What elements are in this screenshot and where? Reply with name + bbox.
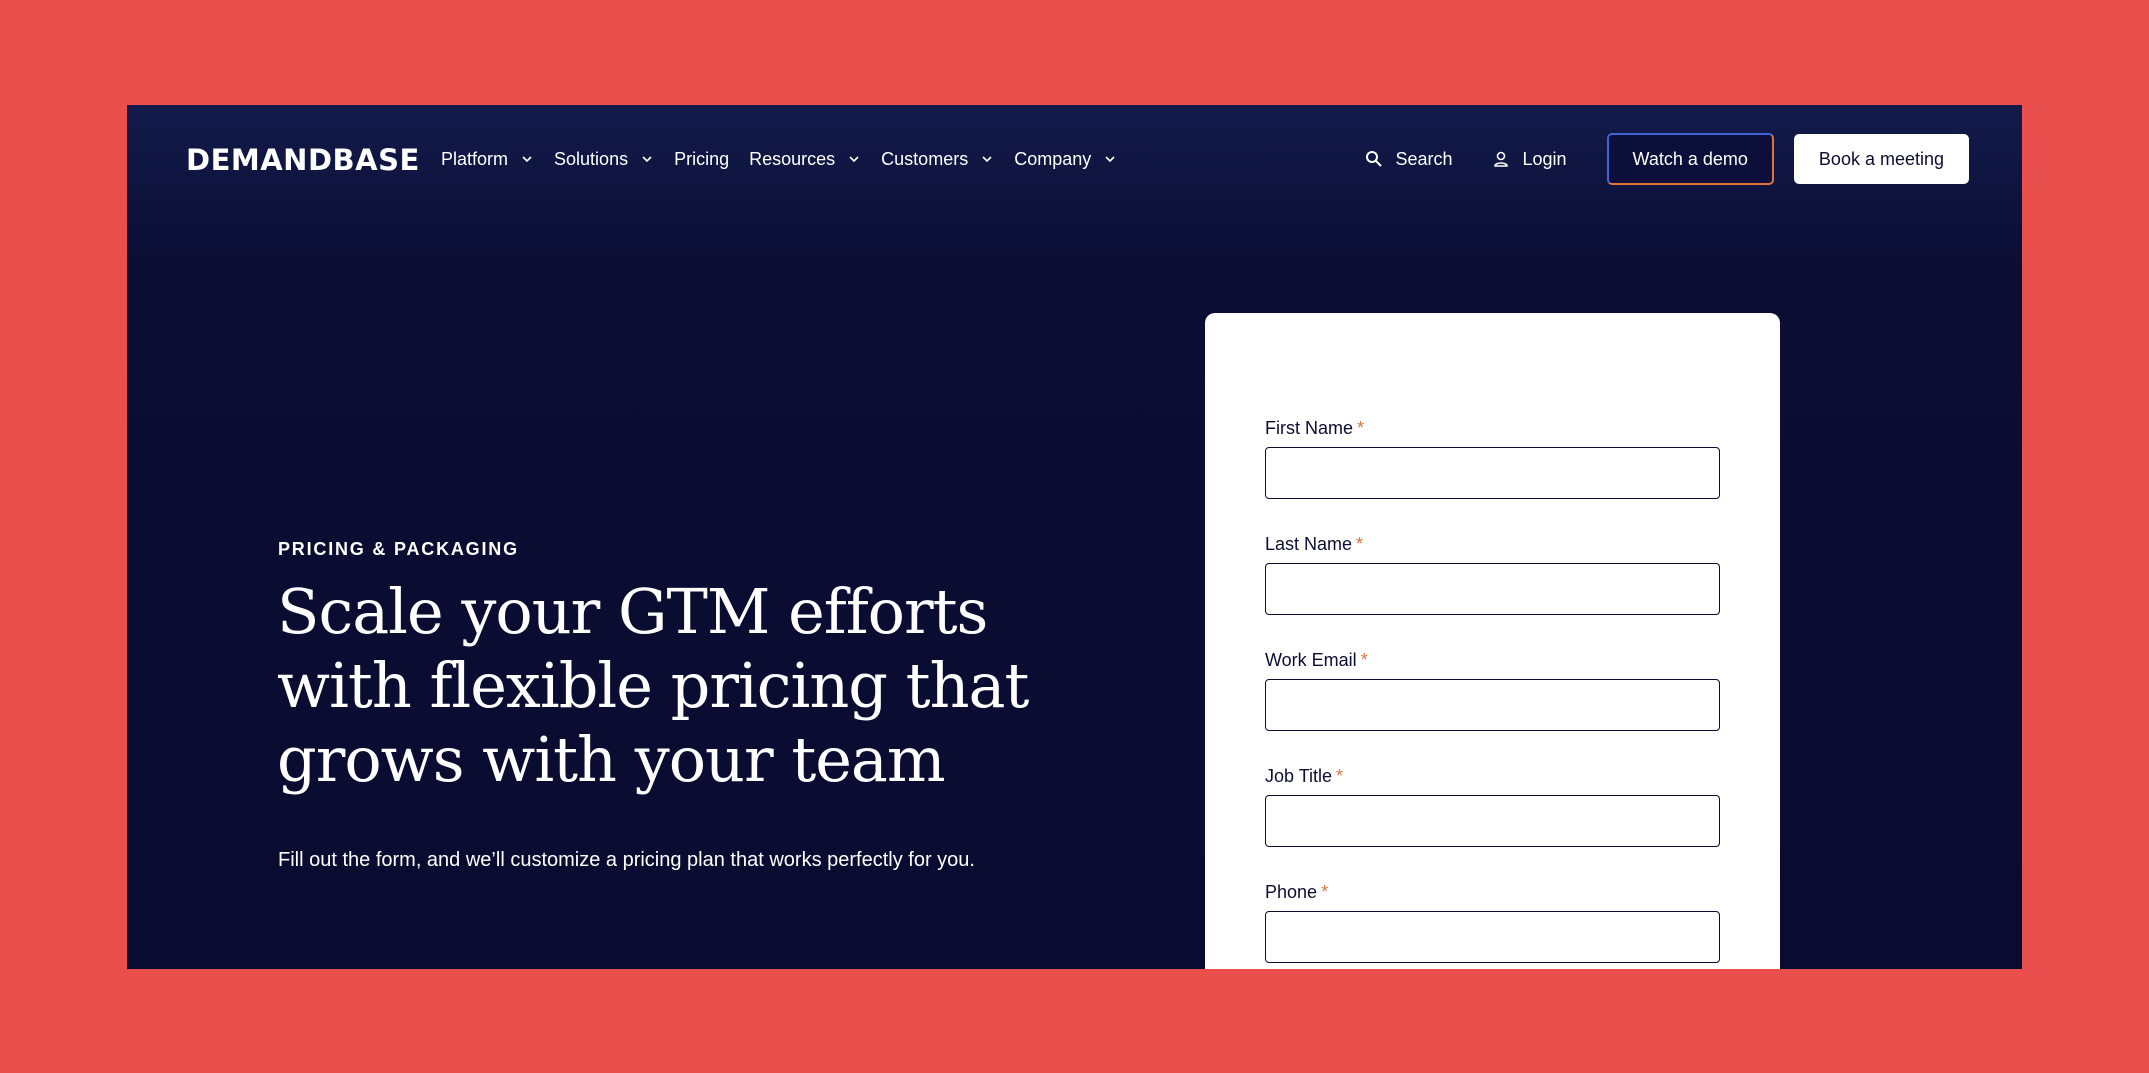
top-navigation: DEMANDBASE Platform Solutions Pricing Re… — [127, 105, 2022, 211]
nav-item-label: Solutions — [554, 148, 629, 169]
nav-actions: Search Login Watch a demo Book a meeting — [1365, 133, 1969, 185]
required-marker: * — [1360, 650, 1368, 670]
pricing-form: First Name * Last Name * Work Email * Job T… — [1205, 313, 1780, 969]
field-label-text: Job Title — [1265, 766, 1333, 786]
login-link[interactable]: Login — [1492, 148, 1567, 170]
field-label-text: Phone — [1265, 882, 1318, 902]
job-title-input[interactable] — [1265, 795, 1720, 847]
book-meeting-button[interactable]: Book a meeting — [1793, 134, 1969, 184]
chevron-down-icon — [982, 156, 992, 163]
work-email-field: Work Email * — [1265, 650, 1720, 731]
last-name-label: Last Name * — [1265, 534, 1720, 555]
section-eyebrow: PRICING & PACKAGING — [278, 539, 519, 559]
hero-headline: Scale your GTM efforts with flexible pri… — [277, 575, 1029, 796]
phone-input[interactable] — [1265, 911, 1720, 963]
nav-item-label: Customers — [881, 148, 969, 169]
last-name-input[interactable] — [1265, 563, 1720, 615]
field-label-text: First Name — [1265, 418, 1354, 438]
hero-subtext: Fill out the form, and we’ll customize a… — [278, 849, 975, 871]
user-icon — [1494, 151, 1509, 167]
field-label-text: Work Email — [1265, 650, 1357, 670]
search-link[interactable]: Search — [1365, 149, 1452, 170]
chevron-down-icon — [522, 156, 532, 163]
nav-item-platform[interactable]: Platform — [441, 145, 534, 173]
watch-demo-button[interactable]: Watch a demo — [1606, 133, 1774, 185]
search-icon — [1366, 151, 1383, 167]
last-name-field: Last Name * — [1265, 534, 1720, 615]
first-name-label: First Name * — [1265, 418, 1720, 439]
login-label: Login — [1522, 148, 1567, 169]
nav-item-company[interactable]: Company — [1014, 145, 1117, 173]
required-marker: * — [1357, 418, 1365, 438]
nav-item-label: Company — [1014, 148, 1092, 169]
main-menu: Platform Solutions Pricing Resources Cus… — [441, 145, 1137, 173]
page-frame: DEMANDBASE Platform Solutions Pricing Re… — [127, 105, 2022, 969]
nav-item-label: Pricing — [674, 148, 730, 169]
nav-item-resources[interactable]: Resources — [749, 145, 861, 173]
required-marker: * — [1356, 534, 1364, 554]
first-name-field: First Name * — [1265, 418, 1720, 499]
required-marker: * — [1321, 882, 1329, 902]
search-label: Search — [1395, 148, 1453, 169]
job-title-field: Job Title * — [1265, 766, 1720, 847]
first-name-input[interactable] — [1265, 447, 1720, 499]
nav-item-solutions[interactable]: Solutions — [554, 145, 654, 173]
nav-item-label: Resources — [749, 148, 836, 169]
chevron-down-icon — [1105, 156, 1115, 163]
work-email-input[interactable] — [1265, 679, 1720, 731]
field-label-text: Last Name — [1265, 534, 1353, 554]
required-marker: * — [1336, 766, 1344, 786]
phone-label: Phone * — [1265, 882, 1720, 903]
chevron-down-icon — [642, 156, 652, 163]
nav-item-pricing[interactable]: Pricing — [674, 145, 729, 173]
nav-item-customers[interactable]: Customers — [881, 145, 994, 173]
job-title-label: Job Title * — [1265, 766, 1720, 787]
demandbase-logo[interactable]: DEMANDBASE — [186, 143, 420, 177]
work-email-label: Work Email * — [1265, 650, 1720, 671]
chevron-down-icon — [849, 156, 859, 163]
nav-item-label: Platform — [441, 148, 509, 169]
phone-field: Phone * — [1265, 882, 1720, 963]
